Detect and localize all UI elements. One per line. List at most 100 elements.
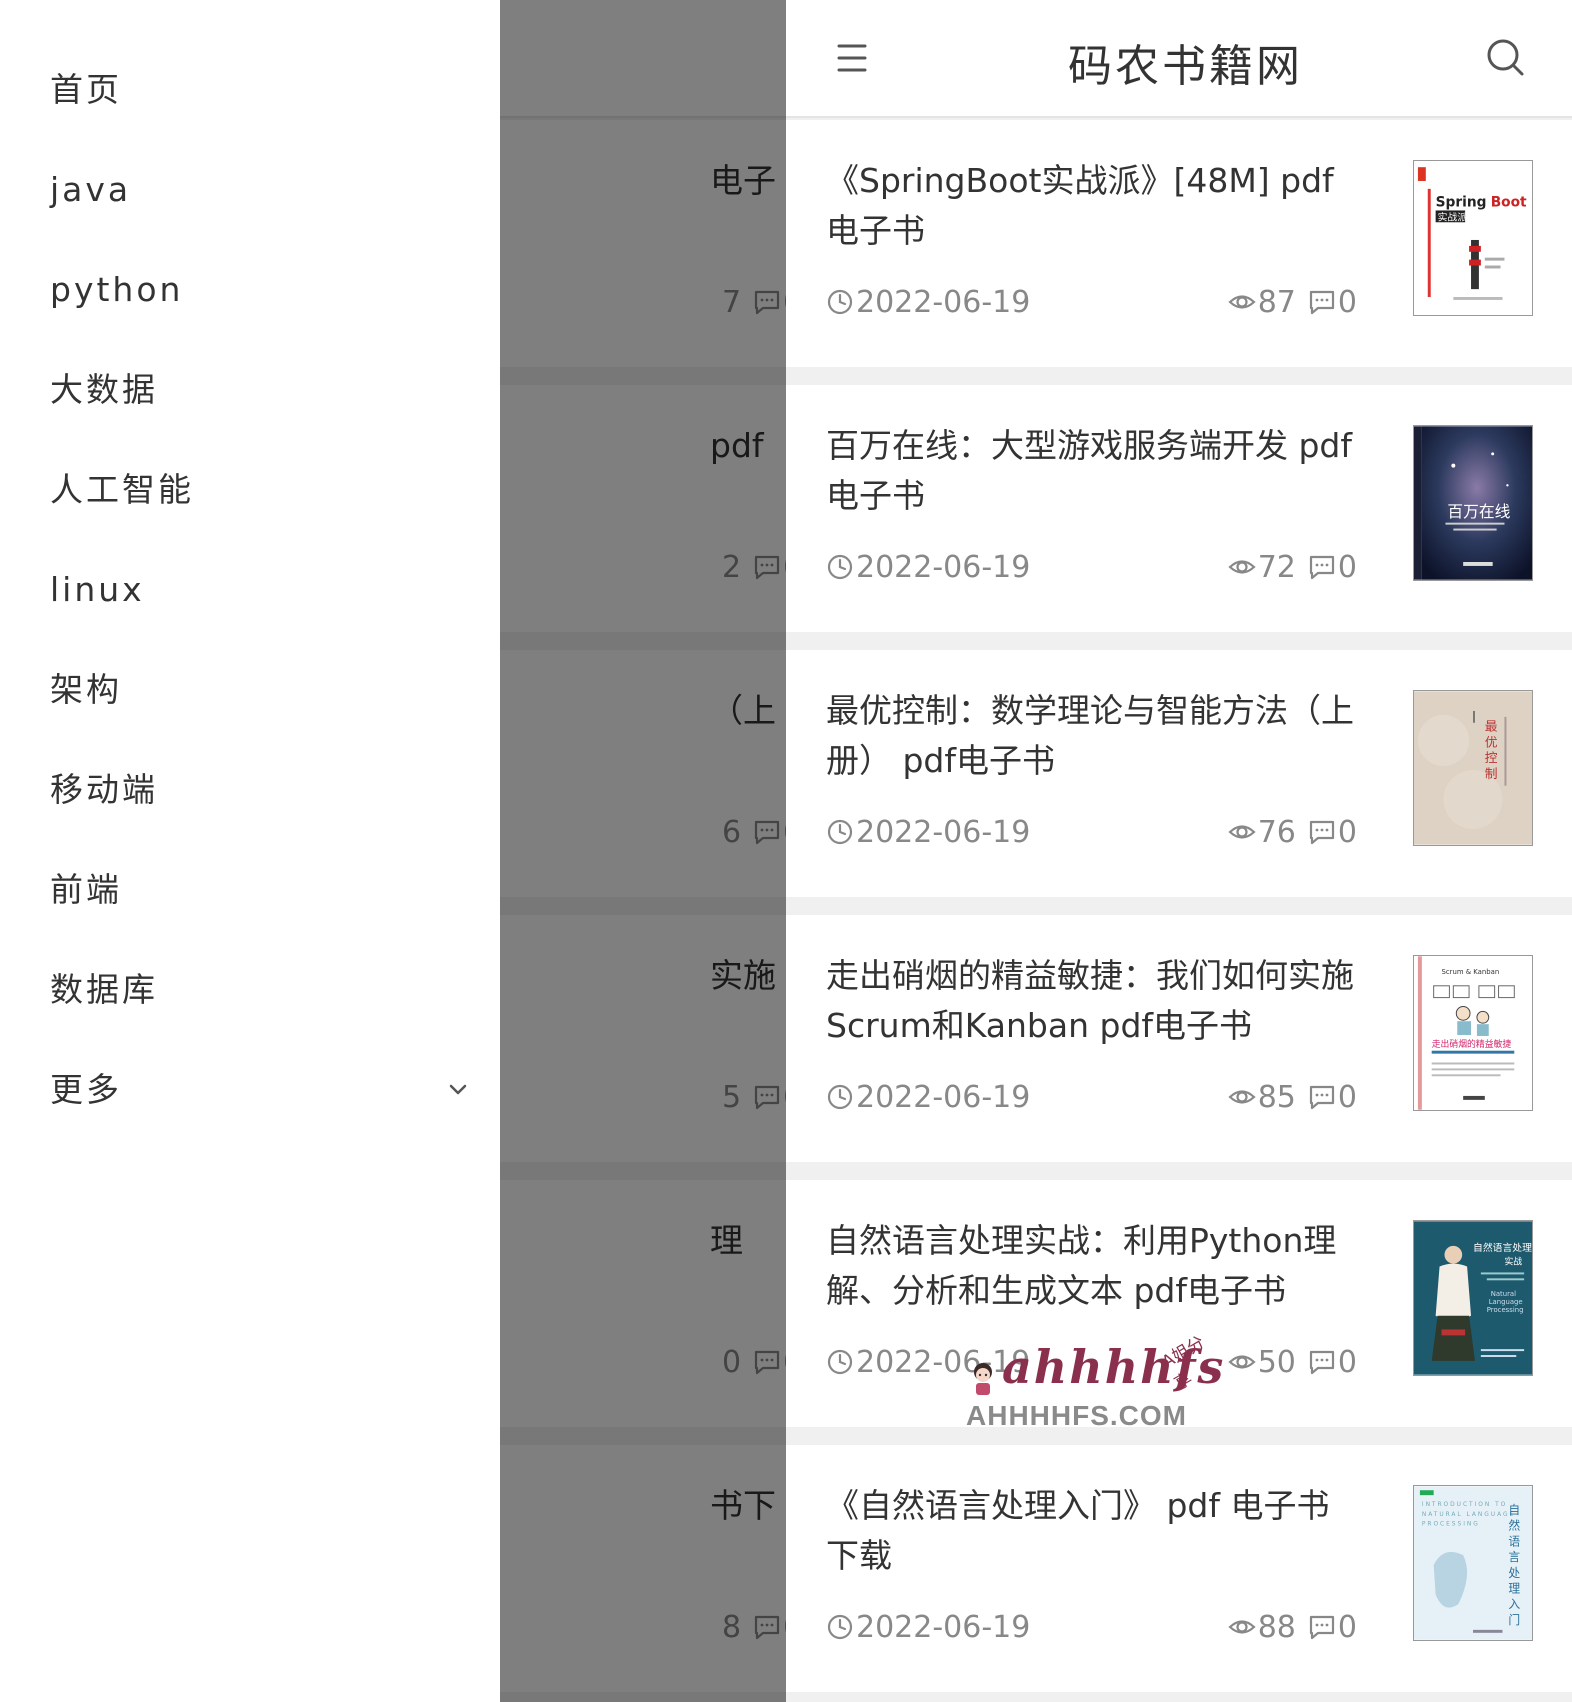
watermark-url: AHHHHFS.COM <box>966 1400 1187 1431</box>
svg-text:Boot: Boot <box>1491 195 1527 211</box>
post-card[interactable]: 《自然语言处理入门》 pdf 电子书下载 2022-06-19 88 0 INT… <box>786 1445 1572 1692</box>
nav-item-label: 架构 <box>50 670 122 709</box>
comment-icon <box>1309 290 1335 315</box>
clock-icon <box>827 554 853 580</box>
watermark: ahhhhfs A姐分享 AHHHHFS.COM <box>960 1333 1223 1440</box>
comment-icon <box>1309 1350 1335 1375</box>
nav-item-mobile[interactable]: 移动端 <box>50 760 470 820</box>
svg-text:最: 最 <box>1485 720 1498 735</box>
svg-text:Scrum & Kanban: Scrum & Kanban <box>1442 968 1500 976</box>
book-cover[interactable]: 百万在线 <box>1413 425 1533 581</box>
menu-icon[interactable] <box>822 28 882 88</box>
clock-icon <box>827 819 853 845</box>
nav-item-home[interactable]: 首页 <box>50 60 470 120</box>
comment-icon <box>1309 1085 1335 1110</box>
post-stats: 88 0 <box>1216 1610 1357 1645</box>
post-views-count: 85 <box>1257 1079 1296 1115</box>
svg-text:然: 然 <box>1508 1519 1520 1533</box>
post-comments-count: 0 <box>1337 1079 1357 1115</box>
book-cover[interactable]: 自然语言处理 实战 Natural Language Processing <box>1413 1220 1533 1376</box>
post-stats: 87 0 <box>1216 285 1357 320</box>
post-views: 87 <box>1228 285 1296 320</box>
post-date-text: 2022-06-19 <box>856 1609 1031 1645</box>
post-comments: 0 <box>1308 815 1357 850</box>
post-card[interactable]: 百万在线：大型游戏服务端开发 pdf 电子书 2022-06-19 72 0 百… <box>786 385 1572 632</box>
post-views: 85 <box>1228 1080 1296 1115</box>
svg-text:Processing: Processing <box>1487 1306 1524 1314</box>
book-cover[interactable]: INTRODUCTION TO NATURAL LANGUAGE PROCESSIN… <box>1413 1485 1533 1641</box>
post-comments-count: 0 <box>1337 549 1357 585</box>
svg-text:实战: 实战 <box>1504 1256 1522 1268</box>
post-date: 2022-06-19 <box>826 550 1030 585</box>
post-stats: 50 0 <box>1216 1345 1357 1380</box>
post-views-count: 88 <box>1257 1609 1296 1645</box>
svg-text:实战派: 实战派 <box>1438 210 1468 223</box>
post-meta: 2022-06-19 76 0 <box>826 810 1357 854</box>
post-meta: 2022-06-19 88 0 <box>826 1605 1357 1649</box>
drawer-overlay[interactable] <box>500 0 786 1702</box>
post-card[interactable]: 走出硝烟的精益敏捷：我们如何实施Scrum和Kanban pdf电子书 2022… <box>786 915 1572 1162</box>
separator <box>786 632 1572 650</box>
svg-text:自: 自 <box>1508 1503 1520 1517</box>
svg-text:Natural: Natural <box>1491 1290 1516 1298</box>
post-meta: 2022-06-19 87 0 <box>826 280 1357 324</box>
nav-item-linux[interactable]: linux <box>50 560 470 620</box>
post-views-count: 76 <box>1257 814 1296 850</box>
search-icon[interactable] <box>1476 28 1536 88</box>
eye-icon <box>1228 295 1256 309</box>
post-title[interactable]: 《SpringBoot实战派》[48M] pdf电子书 <box>826 156 1356 256</box>
post-date-text: 2022-06-19 <box>856 549 1031 585</box>
post-comments-count: 0 <box>1337 1344 1357 1380</box>
post-title[interactable]: 百万在线：大型游戏服务端开发 pdf 电子书 <box>826 421 1356 521</box>
post-card[interactable]: 最优控制：数学理论与智能方法（上册） pdf电子书 2022-06-19 76 … <box>786 650 1572 897</box>
separator <box>786 897 1572 915</box>
book-cover[interactable]: 最优控制 <box>1413 690 1533 846</box>
post-title[interactable]: 《自然语言处理入门》 pdf 电子书下载 <box>826 1481 1356 1581</box>
eye-icon <box>1228 1090 1256 1104</box>
nav-item-label: linux <box>50 570 145 609</box>
svg-text:理: 理 <box>1508 1582 1520 1596</box>
eye-icon <box>1228 1355 1256 1369</box>
post-card[interactable]: 《SpringBoot实战派》[48M] pdf电子书 2022-06-19 8… <box>786 120 1572 367</box>
post-date: 2022-06-19 <box>826 815 1030 850</box>
nav-item-database[interactable]: 数据库 <box>50 960 470 1020</box>
svg-text:处: 处 <box>1508 1566 1520 1580</box>
post-date: 2022-06-19 <box>826 285 1030 320</box>
nav-item-more[interactable]: 更多 <box>50 1060 470 1120</box>
clock-icon <box>827 1614 853 1640</box>
post-views: 88 <box>1228 1610 1296 1645</box>
svg-text:言: 言 <box>1508 1550 1520 1564</box>
nav-item-architecture[interactable]: 架构 <box>50 660 470 720</box>
post-title[interactable]: 最优控制：数学理论与智能方法（上册） pdf电子书 <box>826 686 1356 786</box>
post-comments-count: 0 <box>1337 284 1357 320</box>
svg-text:优: 优 <box>1485 735 1498 750</box>
book-cover[interactable]: Scrum & Kanban 走出硝烟的精益敏捷 <box>1413 955 1533 1111</box>
main-app: 码农书籍网 《SpringBoot实战派》[48M] pdf电子书 2022-0… <box>786 0 1572 1702</box>
nav-item-frontend[interactable]: 前端 <box>50 860 470 920</box>
eye-icon <box>1228 560 1256 574</box>
svg-text:自然语言处理: 自然语言处理 <box>1473 1241 1532 1254</box>
post-comments: 0 <box>1308 1080 1357 1115</box>
nav-item-python[interactable]: python <box>50 260 470 320</box>
nav-item-java[interactable]: java <box>50 160 470 220</box>
post-views-count: 72 <box>1257 549 1296 585</box>
post-title[interactable]: 走出硝烟的精益敏捷：我们如何实施Scrum和Kanban pdf电子书 <box>826 951 1356 1051</box>
chevron-down-icon[interactable] <box>446 1078 470 1102</box>
svg-text:INTRODUCTION TO: INTRODUCTION TO <box>1422 1502 1507 1508</box>
post-stats: 72 0 <box>1216 550 1357 585</box>
post-views-count: 50 <box>1257 1344 1296 1380</box>
post-comments: 0 <box>1308 1610 1357 1645</box>
nav-item-ai[interactable]: 人工智能 <box>50 460 470 520</box>
site-title[interactable]: 码农书籍网 <box>1068 30 1303 94</box>
post-date: 2022-06-19 <box>826 1610 1030 1645</box>
post-title[interactable]: 自然语言处理实战：利用Python理解、分析和生成文本 pdf电子书 <box>826 1216 1356 1316</box>
nav-item-bigdata[interactable]: 大数据 <box>50 360 470 420</box>
svg-text:控: 控 <box>1485 751 1498 766</box>
post-views: 76 <box>1228 815 1296 850</box>
clock-icon <box>827 1349 853 1375</box>
nav-item-label: 更多 <box>50 1070 122 1109</box>
post-comments: 0 <box>1308 550 1357 585</box>
book-cover[interactable]: Spring Boot 实战派 <box>1413 160 1533 316</box>
post-comments-count: 0 <box>1337 814 1357 850</box>
post-comments: 0 <box>1308 285 1357 320</box>
